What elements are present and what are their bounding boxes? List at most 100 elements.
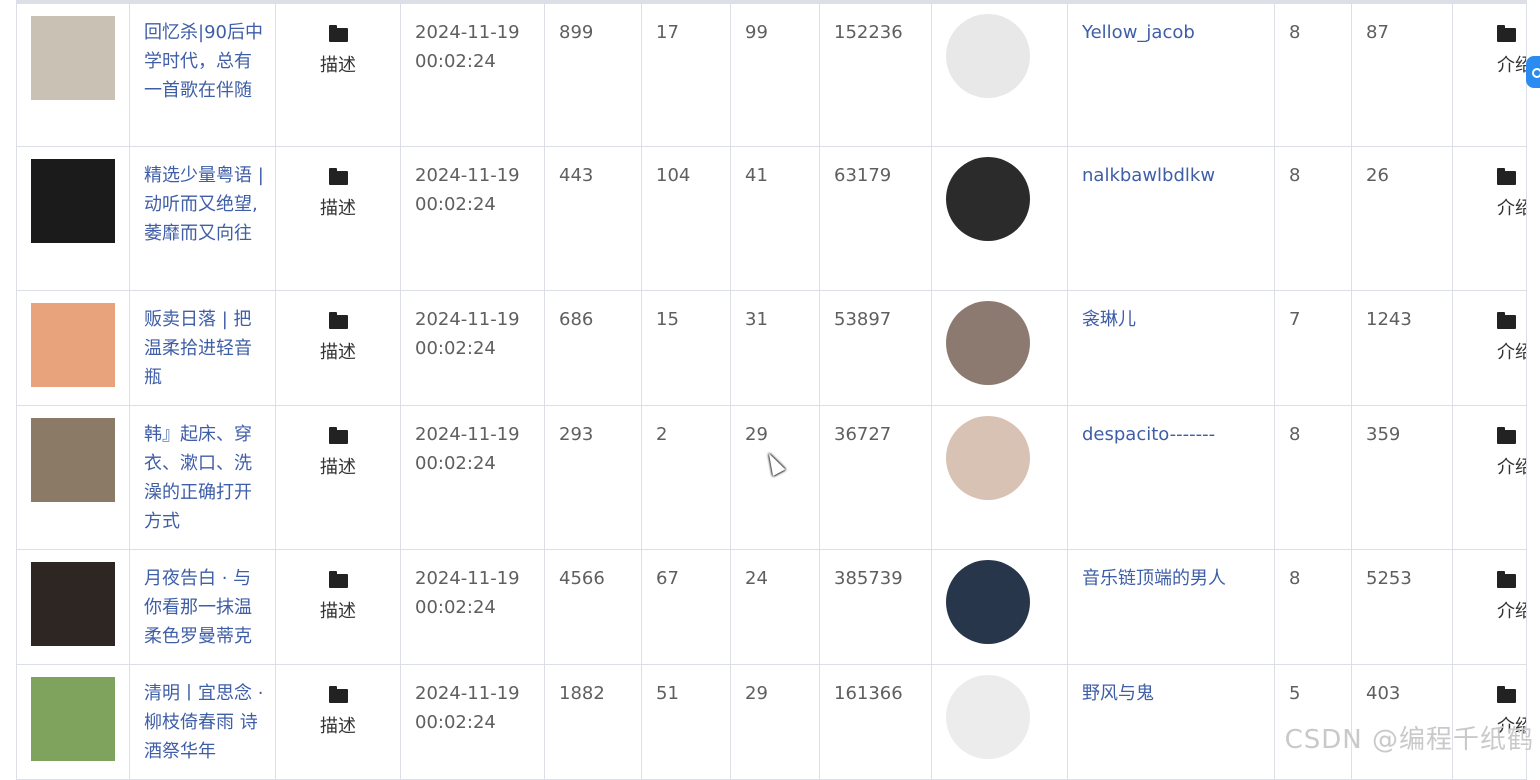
count-cell-2: 15	[641, 289, 731, 406]
playlist-cover-image[interactable]	[31, 302, 115, 387]
desc-cell: 描述	[275, 663, 401, 780]
playlist-cover-image[interactable]	[31, 417, 115, 502]
user-avatar[interactable]	[946, 559, 1030, 644]
created-date: 2024-11-19	[415, 308, 520, 330]
user-name-link[interactable]: Yellow_jacob	[1082, 22, 1195, 43]
user-number-2: 87	[1351, 1, 1453, 147]
user-number-1: 8	[1274, 548, 1352, 665]
user-name-link[interactable]: 衾琳儿	[1082, 309, 1136, 330]
count-cell-1: 899	[544, 1, 642, 147]
count-cell-4: 63179	[819, 145, 932, 291]
side-float-tab[interactable]	[1526, 56, 1540, 88]
desc-label[interactable]: 描述	[290, 597, 386, 626]
folder-icon[interactable]	[328, 685, 348, 703]
user-name-link[interactable]: 野风与鬼	[1082, 683, 1154, 704]
created-time: 00:02:24	[415, 337, 496, 359]
created-time-cell: 2024-11-19 00:02:24	[400, 1, 545, 147]
created-date: 2024-11-19	[415, 423, 520, 445]
intro-label[interactable]: 介绍	[1497, 597, 1526, 626]
user-avatar[interactable]	[946, 14, 1030, 98]
playlist-title-link[interactable]: 贩卖日落 | 把温柔拾进轻音瓶	[144, 309, 252, 388]
avatar-cell	[931, 145, 1068, 291]
count-cell-2: 67	[641, 548, 731, 665]
playlist-cover-image[interactable]	[31, 561, 115, 646]
count-cell-4: 161366	[819, 663, 932, 780]
intro-label[interactable]: 介绍	[1497, 194, 1526, 223]
intro-cell: 介绍	[1452, 145, 1527, 291]
title-cell: 贩卖日落 | 把温柔拾进轻音瓶	[129, 289, 276, 406]
user-avatar[interactable]	[946, 415, 1030, 500]
count-cell-1: 1882	[544, 663, 642, 780]
created-time: 00:02:24	[415, 193, 496, 215]
folder-icon[interactable]	[328, 311, 348, 329]
folder-icon[interactable]	[328, 426, 348, 444]
intro-label[interactable]: 介绍	[1497, 338, 1526, 367]
count-cell-2: 51	[641, 663, 731, 780]
playlist-title-link[interactable]: 韩』起床、穿衣、漱口、洗澡的正确打开方式	[144, 424, 252, 532]
title-cell: 精选少量粤语 | 动听而又绝望,萎靡而又向往	[129, 145, 276, 291]
desc-cell: 描述	[275, 1, 401, 147]
count-cell-4: 36727	[819, 404, 932, 550]
count-cell-3: 31	[730, 289, 820, 406]
count-cell-3: 41	[730, 145, 820, 291]
playlist-cover-image[interactable]	[31, 158, 115, 243]
playlist-title-link[interactable]: 精选少量粤语 | 动听而又绝望,萎靡而又向往	[144, 165, 264, 244]
count-cell-2: 17	[641, 1, 731, 147]
folder-icon[interactable]	[1497, 685, 1516, 703]
intro-cell: 介绍	[1452, 404, 1527, 550]
playlist-cover-image[interactable]	[31, 676, 115, 761]
folder-icon[interactable]	[1497, 426, 1516, 444]
user-name-link[interactable]: nalkbawlbdlkw	[1082, 165, 1215, 186]
user-avatar[interactable]	[946, 300, 1030, 385]
desc-label[interactable]: 描述	[290, 51, 386, 80]
user-avatar[interactable]	[946, 156, 1030, 241]
table-row: 回忆杀|90后中学时代，总有一首歌在伴随 描述 2024-11-19 00:02:24…	[16, 1, 1527, 147]
user-cell: nalkbawlbdlkw	[1067, 145, 1275, 291]
playlist-title-link[interactable]: 清明丨宜思念 · 柳枝倚春雨 诗酒祭华年	[144, 683, 263, 762]
folder-icon[interactable]	[328, 25, 348, 42]
playlist-cover-image[interactable]	[31, 16, 115, 100]
created-time-cell: 2024-11-19 00:02:24	[400, 289, 545, 406]
folder-icon[interactable]	[328, 167, 348, 185]
created-time: 00:02:24	[415, 51, 496, 72]
count-cell-4: 385739	[819, 548, 932, 665]
page-left-edge	[0, 0, 16, 766]
cover-cell	[16, 145, 130, 291]
count-cell-2: 2	[641, 404, 731, 550]
folder-icon[interactable]	[1497, 311, 1516, 329]
cover-cell	[16, 548, 130, 665]
user-cell: despacito-------	[1067, 404, 1275, 550]
playlist-title-link[interactable]: 回忆杀|90后中学时代，总有一首歌在伴随	[144, 22, 263, 101]
user-name-link[interactable]: 音乐链顶端的男人	[1082, 568, 1226, 589]
desc-label[interactable]: 描述	[290, 712, 386, 741]
folder-icon[interactable]	[1497, 25, 1516, 42]
desc-label[interactable]: 描述	[290, 453, 386, 482]
intro-label[interactable]: 介绍	[1497, 453, 1526, 482]
user-name-link[interactable]: despacito-------	[1082, 424, 1215, 445]
user-avatar[interactable]	[946, 674, 1030, 759]
title-cell: 清明丨宜思念 · 柳枝倚春雨 诗酒祭华年	[129, 663, 276, 780]
desc-label[interactable]: 描述	[290, 194, 386, 223]
created-date: 2024-11-19	[415, 22, 520, 43]
count-cell-1: 443	[544, 145, 642, 291]
folder-icon[interactable]	[1497, 570, 1516, 588]
created-time: 00:02:24	[415, 596, 496, 618]
count-cell-3: 29	[730, 663, 820, 780]
user-number-2: 359	[1351, 404, 1453, 550]
intro-label[interactable]: 介绍	[1497, 51, 1526, 80]
folder-icon[interactable]	[1497, 167, 1516, 185]
created-time: 00:02:24	[415, 452, 496, 474]
cover-cell	[16, 404, 130, 550]
user-number-2: 26	[1351, 145, 1453, 291]
user-cell: 音乐链顶端的男人	[1067, 548, 1275, 665]
desc-cell: 描述	[275, 289, 401, 406]
user-number-1: 8	[1274, 145, 1352, 291]
user-cell: Yellow_jacob	[1067, 1, 1275, 147]
desc-label[interactable]: 描述	[290, 338, 386, 367]
folder-icon[interactable]	[328, 570, 348, 588]
avatar-cell	[931, 1, 1068, 147]
playlist-title-link[interactable]: 月夜告白 · 与你看那一抹温柔色罗曼蒂克	[144, 568, 252, 647]
count-cell-4: 152236	[819, 1, 932, 147]
created-date: 2024-11-19	[415, 164, 520, 186]
count-cell-2: 104	[641, 145, 731, 291]
